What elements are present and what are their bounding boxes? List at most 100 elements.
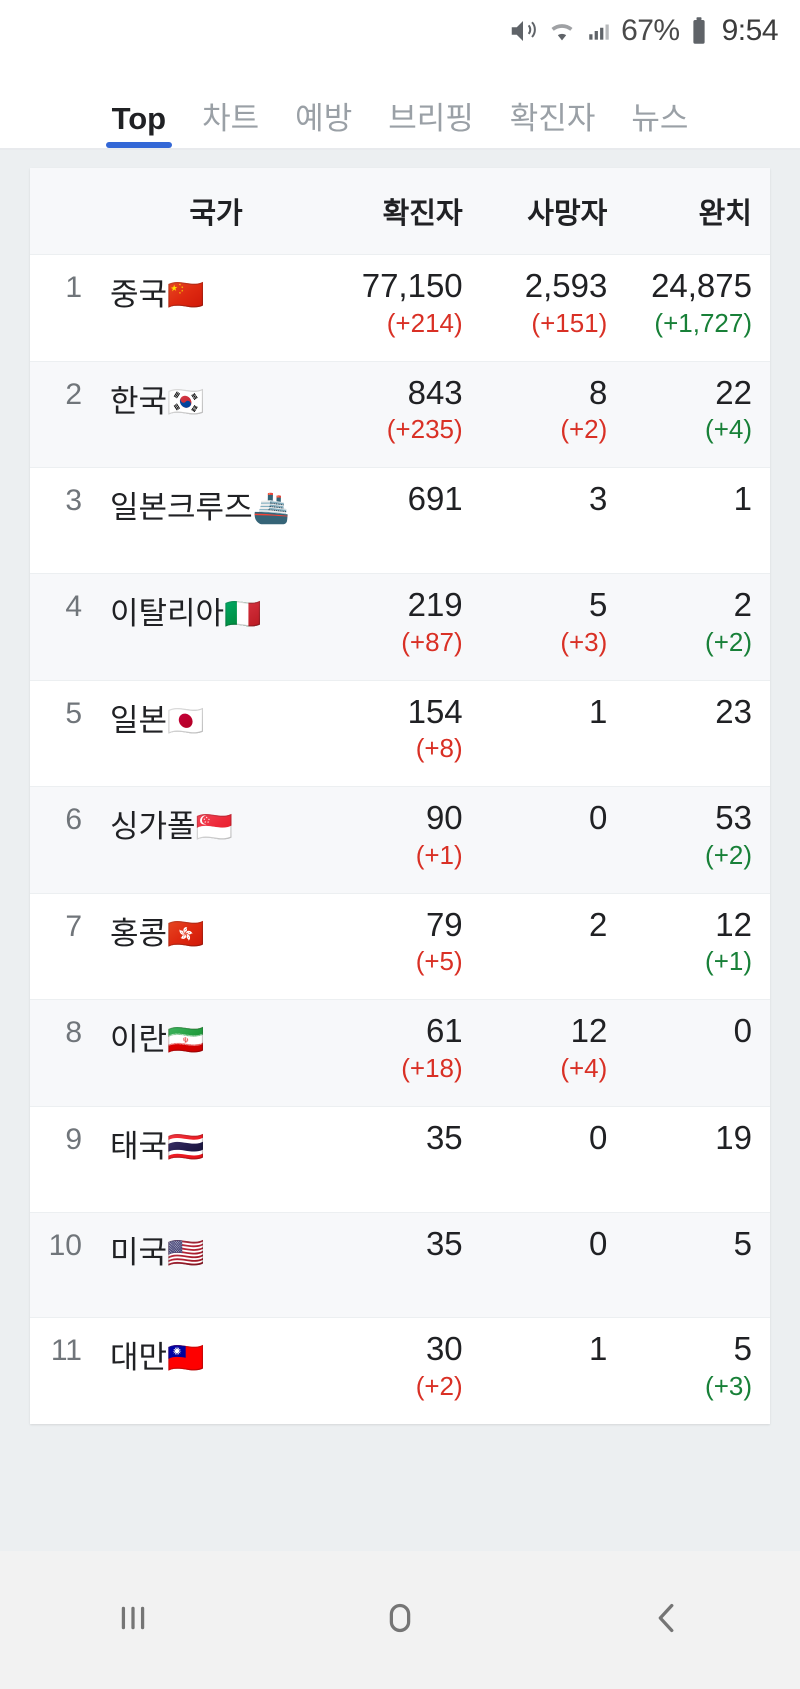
row-recovered-delta: (+1,727) [654,307,752,338]
country-name: 중국 [110,277,168,312]
tab-top[interactable]: Top [94,103,185,148]
tab-news[interactable]: 뉴스 [613,103,706,148]
tab-label: 뉴스 [631,101,689,136]
table-header: 국가 확진자 사망자 완치 [30,168,770,255]
row-recovered-delta: (+2) [705,839,752,870]
row-recovered-cell: 1 [625,468,770,574]
country-name: 태국 [110,1129,168,1165]
row-deaths-cell: 5 (+3) [481,573,626,680]
table-row[interactable]: 8 이란🇮🇷 61 (+18) 12 (+4) 0 [30,999,770,1107]
table-row[interactable]: 5 일본🇯🇵 154 (+8) 1 23 [30,680,770,787]
country-name: 홍콩 [110,915,168,951]
row-country: 중국🇨🇳 [96,255,336,362]
row-deaths-cell: 2,593 (+151) [481,255,626,362]
table-row[interactable]: 6 싱가폴🇸🇬 90 (+1) 0 53 (+2) [30,786,770,894]
row-country: 미국🇺🇸 [96,1212,336,1318]
table-row[interactable]: 10 미국🇺🇸 35 0 5 [30,1212,770,1318]
row-deaths-delta [481,729,608,767]
row-country: 일본크루즈🚢 [96,468,336,574]
row-confirmed-delta: (+2) [415,1371,463,1402]
row-confirmed-cell: 219 (+87) [336,573,481,680]
row-country: 홍콩🇭🇰 [96,893,336,1000]
row-confirmed-value: 35 [425,1224,463,1262]
row-deaths-value: 2 [588,905,608,943]
row-recovered-cell: 5 (+3) [625,1318,770,1424]
country-flag-icon: 🚢 [252,492,290,526]
table-row[interactable]: 7 홍콩🇭🇰 79 (+5) 2 12 (+1) [30,893,770,1000]
row-deaths-value: 1 [588,1330,608,1368]
header-country: 국가 [96,168,336,255]
row-confirmed-delta [336,517,463,555]
row-rank: 8 [65,1016,82,1050]
row-recovered-cell: 53 (+2) [625,787,770,894]
row-rank: 7 [65,909,82,943]
row-recovered-delta: (+3) [705,1371,752,1402]
row-confirmed-value: 35 [425,1119,463,1157]
row-country: 한국🇰🇷 [96,361,336,468]
row-confirmed-delta: (+235) [386,414,463,445]
recent-apps-button[interactable] [48,1551,218,1689]
back-icon [644,1595,690,1646]
row-confirmed-delta: (+8) [415,733,463,764]
tab-prevention[interactable]: 예방 [277,103,370,148]
country-name: 이탈리아 [110,595,225,631]
row-deaths-cell: 1 [481,1318,626,1424]
back-button[interactable] [582,1551,752,1689]
row-recovered-cell: 19 [625,1107,770,1213]
battery-percent-label: 67% [621,14,680,47]
row-recovered-cell: 23 [625,680,770,787]
row-rank: 11 [50,1334,82,1368]
row-recovered-delta [625,1049,752,1087]
tab-confirmed[interactable]: 확진자 [492,103,614,148]
row-deaths-cell: 1 [481,680,626,787]
row-deaths-cell: 12 (+4) [481,1000,626,1107]
country-flag-icon: 🇹🇭 [167,1131,205,1165]
row-confirmed-cell: 154 (+8) [336,680,481,787]
tab-briefing[interactable]: 브리핑 [370,103,492,148]
row-recovered-value: 19 [715,1119,752,1157]
table-row[interactable]: 1 중국🇨🇳 77,150 (+214) 2,593 (+151) 24,875 (+1,72… [30,254,770,362]
tab-chart[interactable]: 차트 [184,103,277,148]
table-row[interactable]: 3 일본크루즈🚢 691 3 1 [30,467,770,574]
row-recovered-delta [625,1156,752,1194]
tab-bar: Top 차트 예방 브리핑 확진자 뉴스 [0,62,800,148]
table-row[interactable]: 4 이탈리아🇮🇹 219 (+87) 5 (+3) 2 (+2) [30,573,770,681]
row-confirmed-cell: 90 (+1) [336,787,481,894]
row-confirmed-delta: (+1) [415,839,463,870]
row-deaths-delta [481,1261,608,1299]
row-deaths-cell: 3 [481,468,626,574]
row-deaths-value: 2,593 [524,267,608,304]
table-row[interactable]: 9 태국🇹🇭 35 0 19 [30,1106,770,1213]
table-row[interactable]: 2 한국🇰🇷 843 (+235) 8 (+2) 22 (+4) [30,361,770,468]
row-deaths-delta [481,942,608,980]
row-rank: 9 [65,1123,82,1157]
row-confirmed-value: 79 [425,905,463,943]
country-flag-icon: 🇺🇸 [167,1236,205,1270]
row-deaths-cell: 0 [481,787,626,894]
row-deaths-value: 3 [588,480,608,518]
tab-label: Top [111,101,167,136]
row-deaths-value: 0 [588,799,608,837]
row-recovered-value: 53 [715,799,752,837]
status-bar: 67% 9:54 [0,0,800,62]
row-confirmed-delta: (+214) [386,307,463,338]
row-deaths-delta [481,1156,608,1194]
row-deaths-value: 5 [588,585,608,623]
row-rank: 4 [65,589,82,623]
row-deaths-delta: (+151) [531,307,608,338]
content-top-gap [0,150,800,168]
row-deaths-delta [481,1367,608,1405]
row-confirmed-value: 77,150 [361,267,463,304]
row-confirmed-delta: (+5) [415,946,463,977]
row-confirmed-value: 90 [425,799,463,837]
row-confirmed-cell: 843 (+235) [336,361,481,468]
country-flag-icon: 🇸🇬 [195,811,233,845]
country-name: 싱가폴 [110,809,196,845]
row-deaths-value: 1 [588,692,608,730]
home-button[interactable] [315,1551,485,1689]
row-country: 이란🇮🇷 [96,1000,336,1107]
table-row[interactable]: 11 대만🇹🇼 30 (+2) 1 5 (+3) [30,1317,770,1425]
row-recovered-delta: (+2) [705,626,752,657]
country-flag-icon: 🇮🇹 [224,597,262,631]
row-confirmed-value: 843 [407,373,463,411]
